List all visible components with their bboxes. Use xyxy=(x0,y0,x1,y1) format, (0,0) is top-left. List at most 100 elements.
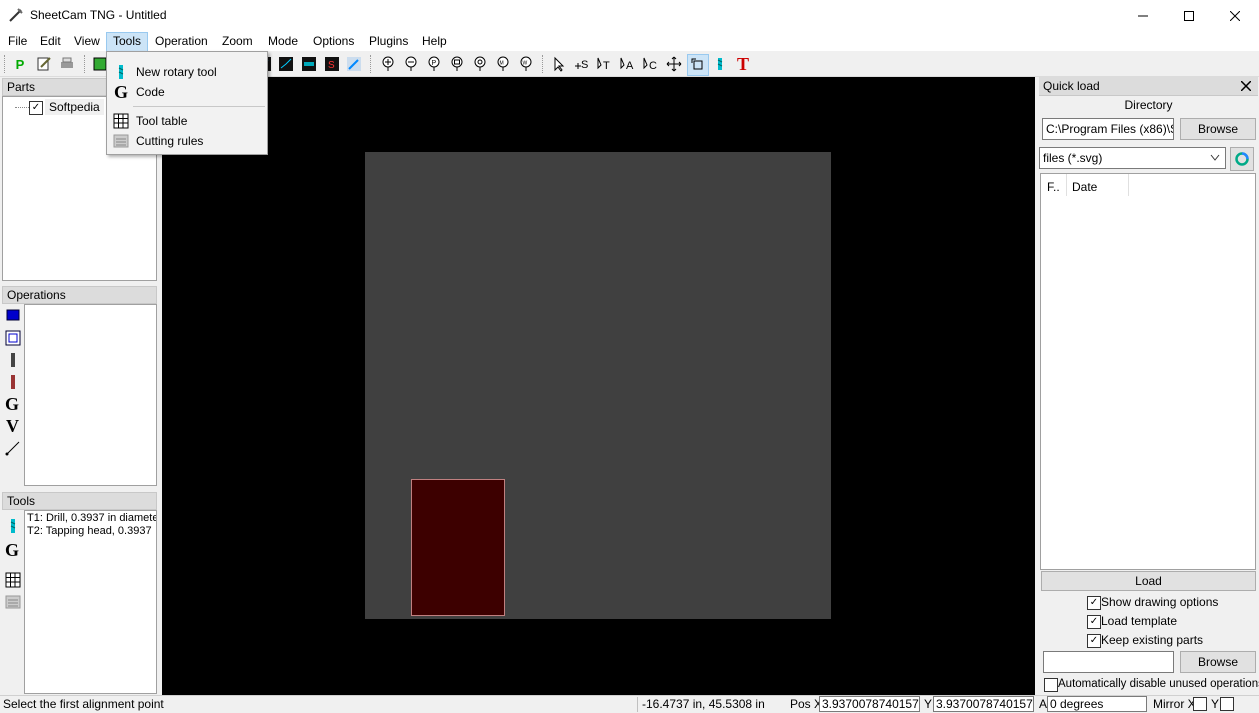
menu-file[interactable]: File xyxy=(2,32,33,50)
menu-mode[interactable]: Mode xyxy=(262,32,304,50)
svg-text:W: W xyxy=(523,61,528,67)
part-label[interactable]: Softpedia xyxy=(45,99,104,115)
pos-x-input[interactable]: 3.93700787401574 xyxy=(819,696,920,712)
menu-view[interactable]: View xyxy=(68,32,106,50)
align-icon[interactable] xyxy=(687,54,709,76)
close-icon[interactable] xyxy=(1241,81,1251,91)
table-grid-icon[interactable] xyxy=(5,572,21,588)
view-icon-2[interactable] xyxy=(276,54,296,74)
template-input[interactable] xyxy=(1043,651,1174,673)
cursor-position: -16.4737 in, 45.5308 in xyxy=(642,697,765,711)
browse-template-button[interactable]: Browse xyxy=(1180,651,1256,673)
zoom-part-icon[interactable]: P xyxy=(424,54,444,74)
operations-list[interactable] xyxy=(24,304,157,486)
pos-y-label: Y xyxy=(924,697,933,711)
maximize-icon xyxy=(1184,10,1194,21)
zoom-machine-icon[interactable]: M xyxy=(493,54,513,74)
zoom-out-icon[interactable] xyxy=(401,54,421,74)
auto-disable-label: Automatically disable unused operations xyxy=(1058,678,1259,690)
view-icon-3[interactable] xyxy=(299,54,319,74)
select-align-icon[interactable]: A xyxy=(618,54,638,74)
view-icon-4[interactable]: S xyxy=(322,54,342,74)
tools-panel-title: Tools xyxy=(2,492,157,510)
chevron-down-icon xyxy=(1210,154,1220,161)
auto-disable-checkbox[interactable] xyxy=(1044,678,1058,692)
part-shape[interactable] xyxy=(411,479,505,616)
menu-bar: File Edit View Tools Operation Zoom Mode… xyxy=(0,31,1259,52)
tool-row-t2[interactable]: T2: Tapping head, 0.3937 xyxy=(25,525,156,537)
app-icon xyxy=(9,8,23,22)
text-tool-icon[interactable]: T xyxy=(733,54,753,74)
menu-help[interactable]: Help xyxy=(416,32,453,50)
menu-item-code[interactable]: G Code xyxy=(109,82,265,102)
svg-text:C: C xyxy=(649,60,657,72)
menu-tools[interactable]: Tools xyxy=(106,32,149,52)
tool-row-t1[interactable]: T1: Drill, 0.3937 in diamete xyxy=(25,511,156,525)
g-code-icon[interactable]: G xyxy=(5,540,19,561)
menu-zoom[interactable]: Zoom xyxy=(216,32,259,50)
show-drawing-options-label: Show drawing options xyxy=(1101,595,1219,609)
select-center-icon[interactable]: C xyxy=(641,54,661,74)
browse-directory-button[interactable]: Browse xyxy=(1180,118,1256,140)
minimize-button[interactable] xyxy=(1120,0,1166,31)
set-start-icon[interactable]: S xyxy=(572,54,592,74)
tools-panel: Tools G T1: Drill, 0.3937 in diamete T2:… xyxy=(2,492,157,694)
print-icon[interactable] xyxy=(57,54,77,74)
keep-existing-parts-checkbox[interactable]: ✓ xyxy=(1087,634,1101,648)
menu-item-cutting-rules[interactable]: Cutting rules xyxy=(109,131,265,151)
post-process-icon[interactable]: P xyxy=(10,54,30,74)
directory-input[interactable]: C:\Program Files (x86)\Sh xyxy=(1042,118,1174,140)
view-icon-5[interactable] xyxy=(344,54,364,74)
zoom-window-icon[interactable] xyxy=(447,54,467,74)
line-op-icon[interactable] xyxy=(5,440,21,456)
menu-plugins[interactable]: Plugins xyxy=(363,32,414,50)
drill-op-icon[interactable] xyxy=(5,352,21,368)
drill-icon xyxy=(118,65,124,79)
menu-options[interactable]: Options xyxy=(307,32,360,50)
drawing-canvas[interactable] xyxy=(162,77,1035,695)
file-filter-select[interactable]: files (*.svg) xyxy=(1039,147,1226,169)
refresh-button[interactable] xyxy=(1230,147,1254,171)
svg-text:S: S xyxy=(328,60,335,71)
angle-input[interactable]: 0 degrees xyxy=(1047,696,1147,712)
status-bar: Select the first alignment point -16.473… xyxy=(0,695,1259,713)
column-header-date[interactable]: Date xyxy=(1072,180,1097,194)
tapping-op-icon[interactable] xyxy=(5,374,21,390)
menu-item-tool-table[interactable]: Tool table xyxy=(109,111,265,131)
mirror-x-checkbox[interactable] xyxy=(1193,697,1207,711)
tools-list[interactable]: T1: Drill, 0.3937 in diamete T2: Tapping… xyxy=(24,510,157,694)
mirror-y-checkbox[interactable] xyxy=(1220,697,1234,711)
column-header-file[interactable]: F.. xyxy=(1047,180,1060,194)
zoom-all-icon[interactable]: W xyxy=(516,54,536,74)
code-op-icon[interactable]: G xyxy=(5,394,19,415)
quick-load-title: Quick load xyxy=(1043,79,1100,93)
load-template-checkbox[interactable]: ✓ xyxy=(1087,615,1101,629)
quick-load-panel: Quick load Directory C:\Program Files (x… xyxy=(1039,77,1259,695)
profile-op-icon[interactable] xyxy=(5,308,21,324)
zoom-extents-icon[interactable] xyxy=(470,54,490,74)
menu-item-new-rotary-tool[interactable]: New rotary tool xyxy=(109,62,265,82)
pos-y-input[interactable]: 3.93700787401574 xyxy=(933,696,1034,712)
drill-tool-icon[interactable] xyxy=(710,54,730,74)
select-text-icon[interactable]: T xyxy=(595,54,615,74)
menu-edit[interactable]: Edit xyxy=(34,32,67,50)
load-button[interactable]: Load xyxy=(1041,571,1256,591)
zoom-in-icon[interactable] xyxy=(378,54,398,74)
drill-icon[interactable] xyxy=(5,518,21,534)
close-button[interactable] xyxy=(1212,0,1258,31)
maximize-button[interactable] xyxy=(1166,0,1212,31)
cutting-rules-icon[interactable] xyxy=(5,594,21,610)
menu-item-label: Tool table xyxy=(136,114,188,128)
v-carve-op-icon[interactable]: V xyxy=(6,416,19,437)
show-drawing-options-checkbox[interactable]: ✓ xyxy=(1087,596,1101,610)
pocket-op-icon[interactable] xyxy=(5,330,21,346)
softpedia-checkbox[interactable]: ✓ xyxy=(29,101,43,115)
menu-item-label: Code xyxy=(136,85,165,99)
material-sheet xyxy=(365,152,831,619)
menu-operation[interactable]: Operation xyxy=(149,32,214,50)
edit-code-icon[interactable] xyxy=(34,54,54,74)
file-list[interactable]: F.. Date xyxy=(1040,173,1256,570)
move-icon[interactable] xyxy=(664,54,684,74)
operations-panel-title: Operations xyxy=(2,286,157,304)
select-icon[interactable] xyxy=(549,54,569,74)
